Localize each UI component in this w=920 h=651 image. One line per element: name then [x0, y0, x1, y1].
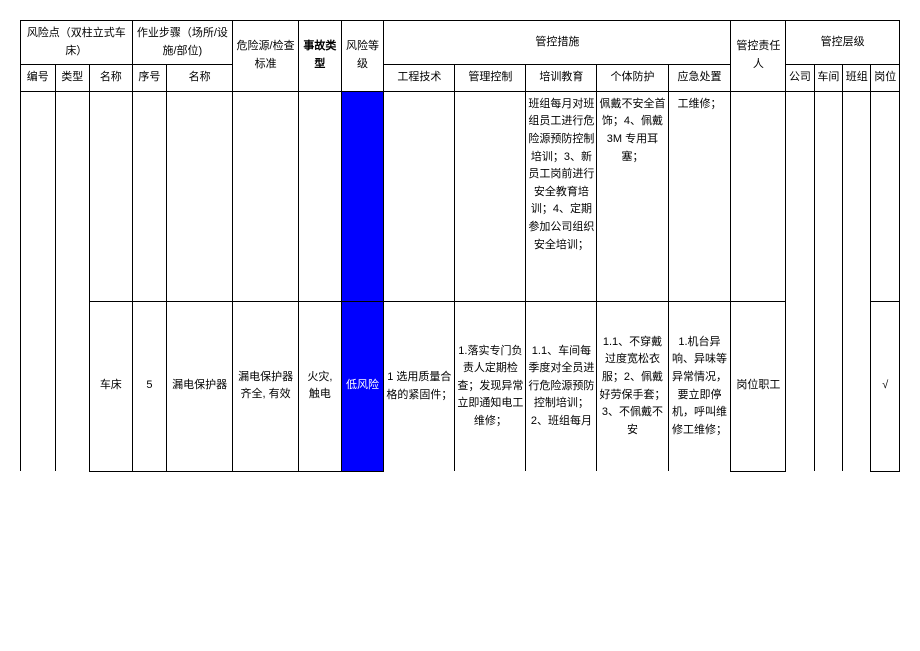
accident-header-label: 事故类型 — [303, 40, 336, 70]
cell-emergency-2: 1.机台异响、异味等异常情况，要立即停机，呼叫维修工维修； — [668, 301, 731, 471]
accident-header: 事故类型 — [299, 21, 342, 92]
cell-hazard-1 — [233, 91, 299, 301]
ctrl-level-header: 管控层级 — [786, 21, 900, 65]
cell-hazard-2: 漏电保护器齐全, 有效 — [233, 301, 299, 471]
name2-header: 名称 — [167, 65, 233, 92]
cell-id-1 — [21, 91, 56, 301]
cell-risk-2: 低风险 — [341, 301, 384, 471]
cell-ppe-1: 佩戴不安全首饰；4、佩戴 3M 专用耳塞； — [597, 91, 668, 301]
seq-header: 序号 — [132, 65, 167, 92]
cell-ppe-2: 1.1、不穿戴过度宽松衣服；2、佩戴好劳保手套；3、不佩戴不安 — [597, 301, 668, 471]
cell-company-2 — [786, 301, 814, 471]
risk-level-header: 风险等级 — [341, 21, 384, 92]
cell-accident-1 — [299, 91, 342, 301]
cell-name-2: 车床 — [90, 301, 133, 471]
cell-position-1 — [871, 91, 900, 301]
cell-risk-1 — [341, 91, 384, 301]
cell-emergency-1: 工维修； — [668, 91, 731, 301]
id-header: 编号 — [21, 65, 56, 92]
table-row: 班组每月对班组员工进行危险源预防控制培训；3、新员工岗前进行安全教育培训；4、定… — [21, 91, 900, 301]
cell-team-2 — [843, 301, 871, 471]
responsible-header: 管控责任人 — [731, 21, 786, 92]
cell-training-1: 班组每月对班组员工进行危险源预防控制培训；3、新员工岗前进行安全教育培训；4、定… — [526, 91, 597, 301]
cell-company-1 — [786, 91, 814, 301]
cell-stepname-1 — [167, 91, 233, 301]
measures-header: 管控措施 — [384, 21, 731, 65]
cell-type-1 — [55, 91, 90, 301]
company-header: 公司 — [786, 65, 814, 92]
cell-stepname-2: 漏电保护器 — [167, 301, 233, 471]
name-header: 名称 — [90, 65, 133, 92]
ppe-header: 个体防护 — [597, 65, 668, 92]
emergency-header: 应急处置 — [668, 65, 731, 92]
cell-type-2 — [55, 301, 90, 471]
team-header: 班组 — [843, 65, 871, 92]
cell-team-1 — [843, 91, 871, 301]
position-header: 岗位 — [871, 65, 900, 92]
cell-seq-1 — [132, 91, 167, 301]
cell-workshop-1 — [814, 91, 842, 301]
workshop-header: 车间 — [814, 65, 842, 92]
type-header: 类型 — [55, 65, 90, 92]
cell-name-1 — [90, 91, 133, 301]
risk-point-header: 风险点（双柱立式车床） — [21, 21, 133, 65]
cell-id-2 — [21, 301, 56, 471]
engtech-header: 工程技术 — [384, 65, 455, 92]
cell-position-2: √ — [871, 301, 900, 471]
mgmtctrl-header: 管理控制 — [455, 65, 526, 92]
cell-accident-2: 火灾, 触电 — [299, 301, 342, 471]
work-step-header: 作业步骤（场所/设施/部位) — [132, 21, 232, 65]
cell-resp-1 — [731, 91, 786, 301]
hazard-header: 危险源/检查标准 — [233, 21, 299, 92]
cell-mgmt-1 — [455, 91, 526, 301]
cell-training-2: 1.1、车间每季度对全员进行危险源预防控制培训；2、班组每月 — [526, 301, 597, 471]
cell-engtech-2: 1 选用质量合格的紧固件； — [384, 301, 455, 471]
training-header: 培训教育 — [526, 65, 597, 92]
risk-control-table: 风险点（双柱立式车床） 作业步骤（场所/设施/部位) 危险源/检查标准 事故类型… — [20, 20, 900, 472]
cell-workshop-2 — [814, 301, 842, 471]
cell-resp-2: 岗位职工 — [731, 301, 786, 471]
table-row: 车床 5 漏电保护器 漏电保护器齐全, 有效 火灾, 触电 低风险 1 选用质量… — [21, 301, 900, 471]
cell-mgmt-2: 1.落实专门负责人定期检查；发现异常立即通知电工维修； — [455, 301, 526, 471]
cell-engtech-1 — [384, 91, 455, 301]
cell-seq-2: 5 — [132, 301, 167, 471]
